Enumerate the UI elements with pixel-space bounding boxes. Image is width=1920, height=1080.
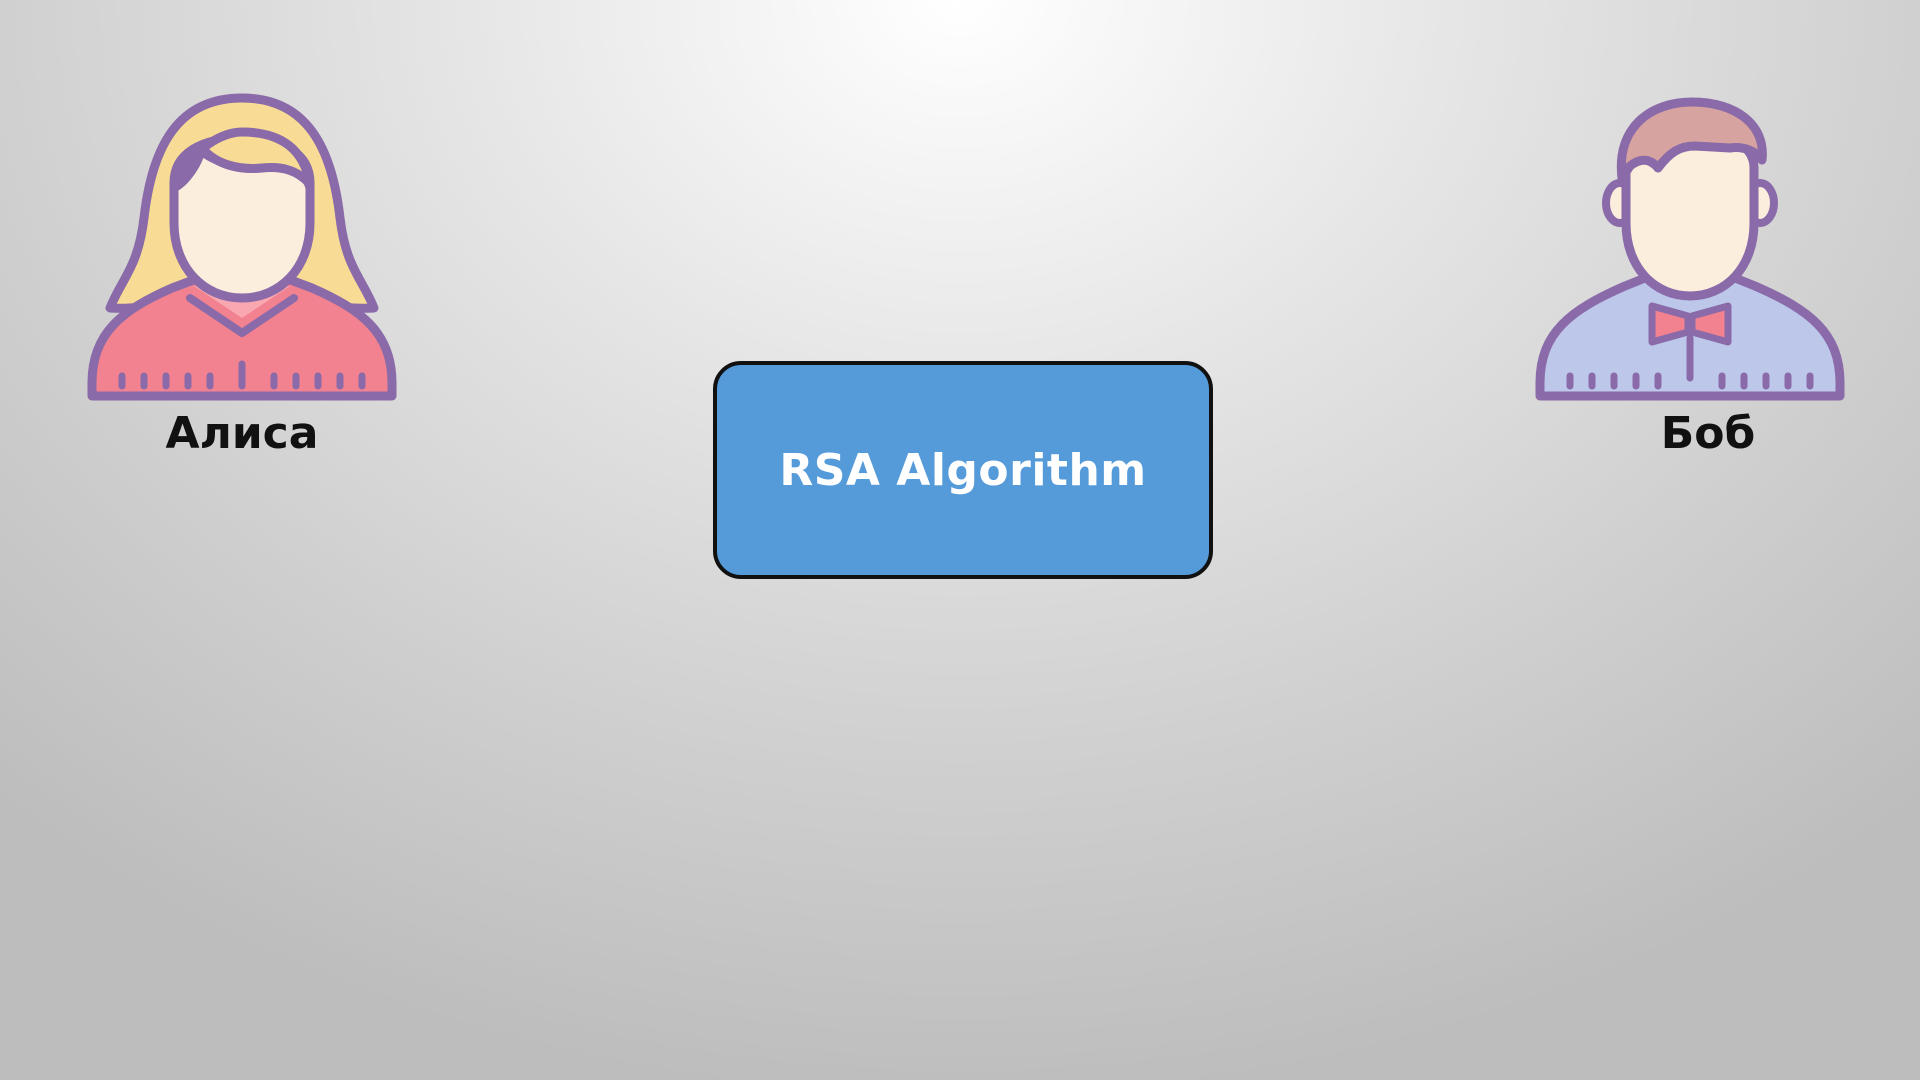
man-avatar-icon — [1535, 97, 1845, 401]
bob-avatar — [1530, 88, 1850, 408]
woman-avatar-icon — [87, 93, 397, 401]
bob-name-label: Боб — [1660, 408, 1756, 459]
alice-name-label: Алиса — [165, 408, 319, 459]
rsa-algorithm-label: RSA Algorithm — [779, 444, 1147, 496]
rsa-algorithm-box: RSA Algorithm — [713, 361, 1213, 579]
alice-avatar — [82, 88, 402, 408]
